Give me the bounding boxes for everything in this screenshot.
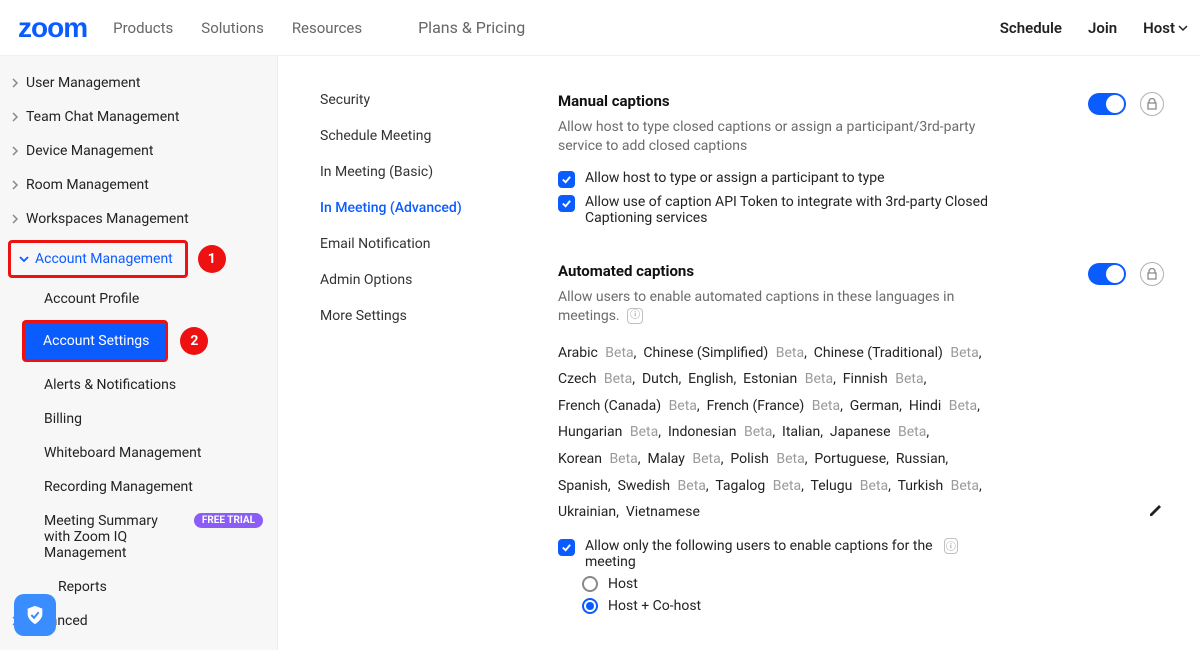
section-link-more-settings[interactable]: More Settings [320,298,508,334]
sidebar-item-workspaces-management[interactable]: Workspaces Management [0,202,277,236]
sidebar-item-room-management[interactable]: Room Management [0,168,277,202]
radio-label: Host [608,576,638,592]
nav-join[interactable]: Join [1088,19,1117,37]
sidebar-item-whiteboard-mgmt[interactable]: Whiteboard Management [0,436,277,470]
sidebar-item-account-management[interactable]: Account Management [17,249,179,269]
checkbox-label: Allow host to type or assign a participa… [585,170,885,186]
lock-icon[interactable] [1140,92,1164,116]
checkbox-caption-api-token[interactable] [558,195,575,212]
manual-captions-title: Manual captions [558,92,1164,110]
nav-solutions[interactable]: Solutions [201,19,264,37]
chevron-right-icon [10,78,20,88]
section-link-in-meeting-advanced-[interactable]: In Meeting (Advanced) [320,190,508,226]
section-link-in-meeting-basic-[interactable]: In Meeting (Basic) [320,154,508,190]
annotation-badge-1: 1 [198,245,226,273]
radio-host[interactable] [582,576,598,592]
lock-icon[interactable] [1140,262,1164,286]
sidebar-item-device-management[interactable]: Device Management [0,134,277,168]
nav-schedule[interactable]: Schedule [1000,19,1062,37]
chevron-right-icon [10,214,20,224]
annotation-box-account-management: Account Management [8,240,188,278]
toggle-manual-captions[interactable] [1088,93,1126,115]
checkbox-label: Allow use of caption API Token to integr… [585,194,998,226]
toggle-automated-captions[interactable] [1088,263,1126,285]
admin-sidebar: User ManagementTeam Chat ManagementDevic… [0,56,278,650]
manual-captions-desc: Allow host to type closed captions or as… [558,118,998,156]
section-link-schedule-meeting[interactable]: Schedule Meeting [320,118,508,154]
section-link-security[interactable]: Security [320,82,508,118]
nav-host[interactable]: Host [1143,19,1188,37]
top-nav: zoom Products Solutions Resources Plans … [0,0,1200,56]
automated-captions-desc: Allow users to enable automated captions… [558,288,998,326]
checkbox-allow-host-type[interactable] [558,171,575,188]
section-link-admin-options[interactable]: Admin Options [320,262,508,298]
zoom-logo[interactable]: zoom [18,12,87,44]
annotation-badge-2: 2 [180,327,208,355]
free-trial-badge: FREE TRIAL [194,513,263,528]
nav-products[interactable]: Products [113,19,173,37]
chevron-down-icon [19,254,29,264]
radio-host-cohost[interactable] [582,598,598,614]
info-icon[interactable]: ⓘ [944,538,958,554]
chevron-right-icon [10,180,20,190]
sidebar-item-user-management[interactable]: User Management [0,66,277,100]
shield-icon[interactable] [14,594,56,636]
checkbox-label: Allow only the following users to enable… [585,538,934,570]
settings-content[interactable]: Manual captions Allow host to type close… [518,56,1200,650]
sidebar-item-account-settings[interactable]: Account Settings [25,323,165,359]
settings-section-list: SecuritySchedule MeetingIn Meeting (Basi… [278,56,518,650]
checkbox-allow-only-users[interactable] [558,539,575,556]
chevron-down-icon [1178,23,1188,33]
chevron-right-icon [10,112,20,122]
sidebar-item-billing[interactable]: Billing [0,402,277,436]
nav-resources[interactable]: Resources [292,19,362,37]
radio-label: Host + Co-host [608,598,701,614]
sidebar-item-team-chat-management[interactable]: Team Chat Management [0,100,277,134]
chevron-right-icon [10,146,20,156]
language-list: Arabic Beta, Chinese (Simplified) Beta, … [558,340,1008,526]
sidebar-item-alerts[interactable]: Alerts & Notifications [0,368,277,402]
sidebar-item-meeting-summary-iq[interactable]: Meeting Summary with Zoom IQ Management … [0,504,277,570]
section-link-email-notification[interactable]: Email Notification [320,226,508,262]
info-icon[interactable]: ⓘ [627,308,643,324]
nav-plans-pricing[interactable]: Plans & Pricing [418,18,525,37]
annotation-box-account-settings: Account Settings [22,320,168,362]
edit-icon[interactable] [1148,502,1164,522]
automated-captions-title: Automated captions [558,262,1164,280]
sidebar-item-account-profile[interactable]: Account Profile [0,282,277,316]
sidebar-item-recording-mgmt[interactable]: Recording Management [0,470,277,504]
